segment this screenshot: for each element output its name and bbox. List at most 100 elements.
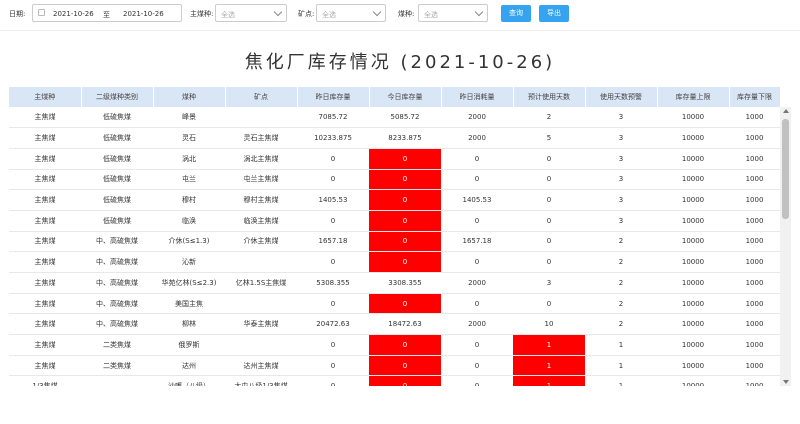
table-cell: 3 xyxy=(585,107,657,129)
table-cell: 2000 xyxy=(441,127,513,149)
table-cell: 中、高硫焦煤 xyxy=(81,272,153,294)
table-cell: 1000 xyxy=(729,107,780,129)
table-cell: 达州 xyxy=(153,355,225,377)
table-cell: 1000 xyxy=(729,251,780,273)
table-cell: 0 xyxy=(369,169,441,191)
table-cell: 介休(S≤1.3) xyxy=(153,231,225,253)
table-cell: 1000 xyxy=(729,189,780,211)
coal-select[interactable]: 全选 xyxy=(418,4,488,22)
column-header: 矿点 xyxy=(225,87,298,107)
table-cell: 1000 xyxy=(729,127,780,149)
table-cell: 0 xyxy=(441,293,513,315)
table-cell: 0 xyxy=(369,148,441,170)
scroll-down-arrow-icon[interactable] xyxy=(783,380,789,384)
table-cell: 2 xyxy=(585,293,657,315)
table-cell: 1000 xyxy=(729,148,780,170)
date-range-separator: 至 xyxy=(103,11,110,19)
table-cell: 主焦煤 xyxy=(9,334,81,356)
column-header: 使用天数预警 xyxy=(585,87,658,107)
column-header: 煤种 xyxy=(153,87,226,107)
table-cell: 1 xyxy=(585,334,657,356)
toolbar-divider xyxy=(0,30,800,31)
coal-main-select[interactable]: 全选 xyxy=(215,4,287,22)
table-cell: 1000 xyxy=(729,272,780,294)
table-cell: 低硫焦煤 xyxy=(81,189,153,211)
table-cell: 主焦煤 xyxy=(9,355,81,377)
table-cell: 5085.72 xyxy=(369,107,441,129)
table-row: 主焦煤 低硫焦煤 屯兰 屯兰主焦煤 0 0 0 0 3 10000 1000 xyxy=(9,169,780,191)
table-cell: 2000 xyxy=(441,107,513,129)
table-row: 主焦煤 低硫焦煤 灵石 灵石主焦煤 10233.875 8233.875 2000 5 3 100… xyxy=(9,127,780,149)
scrollbar-thumb[interactable] xyxy=(782,119,789,219)
table-cell: 1405.53 xyxy=(441,189,513,211)
table-cell: 1 xyxy=(513,375,585,386)
table-cell: 0 xyxy=(297,334,369,356)
table-row: 主焦煤 中、高硫焦煤 华苑亿林(S≤2.3) 亿林1.5S主焦煤 5308.355 330… xyxy=(9,272,780,294)
coal-select-value: 全选 xyxy=(424,11,438,19)
date-range-picker[interactable]: 2021-10-26 至 2021-10-26 xyxy=(32,4,182,22)
table-cell: 低硫焦煤 xyxy=(81,127,153,149)
table-cell: 0 xyxy=(441,334,513,356)
table-row: 主焦煤 中、高硫焦煤 介休(S≤1.3) 介休主焦煤 1657.18 0 1657.18 0 2… xyxy=(9,231,780,253)
table-cell: 二类焦煤 xyxy=(81,334,153,356)
table-cell: 0 xyxy=(441,210,513,232)
date-start-input[interactable]: 2021-10-26 xyxy=(53,10,94,18)
table-cell xyxy=(225,293,297,315)
table-cell: 2 xyxy=(585,251,657,273)
table-cell: 0 xyxy=(297,293,369,315)
table-cell: 华苑亿林(S≤2.3) xyxy=(153,272,225,294)
table-cell: 3 xyxy=(585,127,657,149)
table-cell: 2000 xyxy=(441,272,513,294)
table-cell: 0 xyxy=(369,231,441,253)
table-cell: 3 xyxy=(585,189,657,211)
table-cell: 3 xyxy=(513,272,585,294)
table-cell: 灵石主焦煤 xyxy=(225,127,297,149)
table-row: 主焦煤 低硫焦煤 临涣 临涣主焦煤 0 0 0 0 3 10000 1000 xyxy=(9,210,780,232)
table-row: 主焦煤 低硫焦煤 峰景 7085.72 5085.72 2000 2 3 10000 1000 xyxy=(9,107,780,129)
table-scrollbar[interactable] xyxy=(780,107,791,386)
scroll-up-arrow-icon[interactable] xyxy=(783,109,789,113)
table-cell: 0 xyxy=(297,355,369,377)
table-cell: 0 xyxy=(297,375,369,386)
table-cell: 1000 xyxy=(729,231,780,253)
table-cell: 0 xyxy=(297,169,369,191)
table-cell: 沁新 xyxy=(153,251,225,273)
table-cell: 1000 xyxy=(729,169,780,191)
mine-select[interactable]: 全选 xyxy=(316,4,386,22)
table-cell: 柳林 xyxy=(153,313,225,336)
table-cell: 0 xyxy=(513,210,585,232)
table-cell: 0 xyxy=(369,375,441,386)
table-cell: 1000 xyxy=(729,334,780,356)
table-cell: 主焦煤 xyxy=(9,107,81,129)
column-header: 昨日库存量 xyxy=(297,87,370,107)
table-cell xyxy=(81,375,153,386)
table-cell: 主焦煤 xyxy=(9,148,81,170)
table-row: 主焦煤 低硫焦煤 穆村 穆村主焦煤 1405.53 0 1405.53 0 3 10000 1000 xyxy=(9,189,780,211)
column-header: 库存量上限 xyxy=(657,87,730,107)
table-cell: 2 xyxy=(585,231,657,253)
table-cell: 0 xyxy=(513,231,585,253)
table-cell: 0 xyxy=(297,251,369,273)
coal-label: 煤种: xyxy=(398,10,415,18)
date-end-input[interactable]: 2021-10-26 xyxy=(123,10,164,18)
table-cell: 0 xyxy=(369,334,441,356)
table-cell: 屯兰 xyxy=(153,169,225,191)
table-cell: 二类焦煤 xyxy=(81,355,153,377)
table-cell: 0 xyxy=(441,251,513,273)
table-cell: 10000 xyxy=(657,189,729,211)
date-label: 日期: xyxy=(9,10,26,18)
table-cell: 主焦煤 xyxy=(9,127,81,149)
table-cell: 2 xyxy=(513,107,585,129)
table-cell: 1 xyxy=(513,334,585,356)
table-cell: 10000 xyxy=(657,293,729,315)
table-cell: 1657.18 xyxy=(441,231,513,253)
query-button[interactable]: 查询 xyxy=(501,5,531,22)
table-cell: 10000 xyxy=(657,251,729,273)
table-cell: 0 xyxy=(513,251,585,273)
table-cell: 0 xyxy=(513,293,585,315)
table-cell: 3308.355 xyxy=(369,272,441,294)
export-button[interactable]: 导出 xyxy=(539,5,569,22)
table-cell: 涡北 xyxy=(153,148,225,170)
table-cell: 3 xyxy=(585,148,657,170)
chevron-down-icon xyxy=(474,7,484,17)
